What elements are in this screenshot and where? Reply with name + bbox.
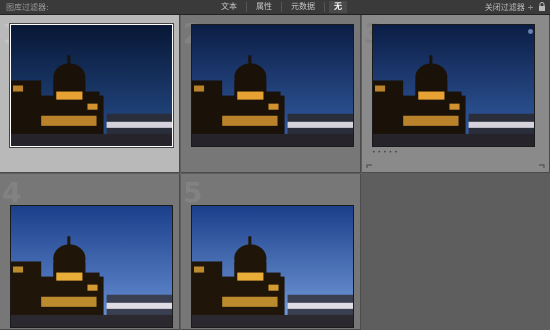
photo-thumbnail[interactable] [10, 205, 173, 328]
filter-bar-title: 图库过滤器: [6, 3, 49, 12]
photo-cell[interactable]: 1 [0, 15, 180, 173]
photo-grid: 1 [0, 15, 550, 330]
flag-icon[interactable] [528, 29, 533, 34]
cathedral-dusk-image [192, 206, 353, 327]
rotate-left-icon[interactable] [366, 163, 374, 169]
filter-none-button[interactable]: 无 [329, 1, 347, 13]
cathedral-night-image [11, 25, 172, 146]
photo-thumbnail[interactable] [9, 23, 174, 148]
divider [246, 2, 247, 12]
photo-thumbnail[interactable] [191, 205, 354, 328]
photo-cell[interactable]: 4 [0, 174, 180, 330]
empty-grid-area [362, 174, 550, 330]
cathedral-night-image [373, 25, 534, 146]
rating-stars[interactable]: ••••• [372, 149, 400, 156]
photo-cell[interactable]: 2 [181, 15, 361, 173]
filter-options: 文本 属性 元数据 无 [216, 1, 347, 13]
photo-thumbnail[interactable] [372, 24, 535, 147]
cathedral-night-image [192, 25, 353, 146]
filter-metadata-button[interactable]: 元数据 [286, 1, 320, 13]
library-filter-bar: 图库过滤器: 文本 属性 元数据 无 关闭过滤器 ÷ [0, 0, 550, 15]
photo-cell[interactable]: 5 [181, 174, 361, 330]
filter-text-button[interactable]: 文本 [216, 1, 242, 13]
photo-cell[interactable]: 3 [362, 15, 550, 173]
filter-attribute-button[interactable]: 属性 [251, 1, 277, 13]
cathedral-dusk-image [11, 206, 172, 327]
photo-thumbnail[interactable] [191, 24, 354, 147]
close-filter-dropdown[interactable]: 关闭过滤器 ÷ [485, 2, 534, 13]
divider [281, 2, 282, 12]
lock-icon[interactable] [538, 2, 546, 11]
divider [324, 2, 325, 12]
rotate-right-icon[interactable] [537, 163, 545, 169]
